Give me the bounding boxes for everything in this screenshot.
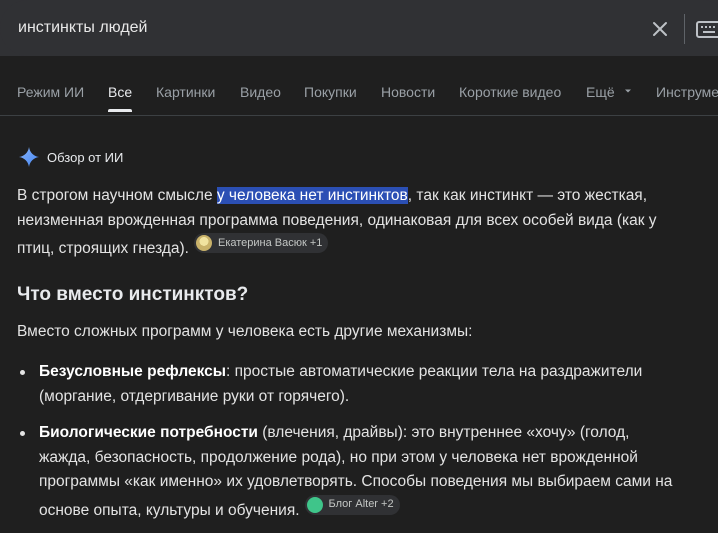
search-input[interactable]: инстинкты людей — [18, 19, 147, 37]
source-chip-label: Екатерина Васюк +1 — [217, 236, 323, 249]
source-chip[interactable]: Блог Alter +2 — [304, 494, 400, 515]
tab-shopping[interactable]: Покупки — [304, 84, 357, 100]
bullet-term: Биологические потребности — [39, 424, 258, 441]
overview-intro: В строгом научном смысле у человека нет … — [17, 184, 677, 262]
section-heading: Что вместо инстинктов? — [17, 284, 249, 305]
tab-news[interactable]: Новости — [381, 84, 435, 100]
bullet-term: Безусловные рефлексы — [39, 363, 227, 380]
intro-text-start: В строгом научном смысле — [17, 187, 217, 204]
tab-ai-mode[interactable]: Режим ИИ — [17, 84, 84, 100]
tab-more-label: Ещё — [586, 84, 615, 100]
tab-more[interactable]: Ещё — [586, 84, 633, 100]
tab-short-videos[interactable]: Короткие видео — [459, 84, 561, 100]
source-chip-label: Блог Alter +2 — [328, 498, 394, 511]
ai-overview-header: Обзор от ИИ — [18, 145, 123, 169]
sparkle-icon — [19, 147, 39, 167]
list-item: Биологические потребности (влечения, дра… — [17, 421, 677, 523]
bullet-list: Безусловные рефлексы: простые автоматиче… — [17, 360, 677, 523]
bullet-dot — [20, 370, 25, 375]
highlighted-text: у человека нет инстинктов — [216, 187, 408, 204]
close-icon[interactable] — [649, 18, 671, 40]
active-tab-indicator — [108, 109, 132, 112]
keyboard-icon[interactable] — [695, 18, 718, 40]
source-chip[interactable]: Екатерина Васюк +1 — [193, 233, 329, 253]
tab-all[interactable]: Все — [108, 84, 132, 100]
tab-videos[interactable]: Видео — [240, 84, 281, 100]
search-box[interactable]: инстинкты людей — [0, 0, 718, 56]
avatar — [306, 496, 323, 513]
chevron-down-icon — [624, 89, 631, 93]
ai-overview-title: Обзор от ИИ — [47, 149, 124, 165]
list-item: Безусловные рефлексы: простые автоматиче… — [17, 360, 677, 409]
search-divider — [684, 14, 685, 44]
avatar — [195, 235, 212, 251]
bullet-dot — [20, 431, 25, 436]
tab-images[interactable]: Картинки — [156, 84, 215, 100]
section-lead: Вместо сложных программ у человека есть … — [17, 323, 473, 340]
search-tabs: Режим ИИ Все Картинки Видео Покупки Ново… — [0, 56, 718, 116]
search-bar: инстинкты людей — [0, 0, 718, 56]
tab-tools[interactable]: Инструменты — [656, 84, 718, 100]
